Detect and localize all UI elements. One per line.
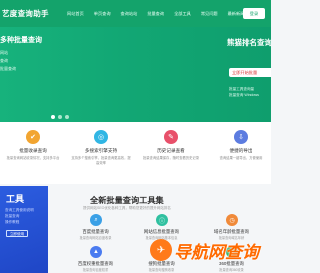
feature-desc: 查询结果一键导出，方便使用 (219, 156, 263, 160)
tool-desc: 批量查询百度权重 (82, 268, 109, 272)
menu-item-batch-query[interactable]: 批量查询 (142, 11, 169, 17)
hero-right-note: 批量查询 Windows (229, 93, 259, 97)
feature-title: 多搜索引擎支持 (84, 148, 118, 153)
hero-left-title: 多种批量查询 (0, 37, 42, 44)
hero-start-button[interactable]: 立即开始批量 (229, 68, 271, 77)
login-label: 登录 (249, 10, 259, 16)
menu-item-query-site[interactable]: 查询站站 (116, 11, 143, 17)
tools-section-subtitle: 提供网站SEO优化各种工具，帮助您更好的提升网站排名 (83, 206, 171, 210)
download-icon: ⇩ (234, 130, 248, 144)
tools-section-title: 全新批量查询工具集 (90, 196, 164, 205)
top-navbar: 艺度查询助手 网站首页 单页查询 查询站站 批量查询 全部工具 常见问题 最新新… (0, 0, 271, 27)
promo-line: 操作教程 (5, 220, 20, 224)
feature-title: 历史记录查看 (157, 148, 185, 153)
promo-line: 批量查询 (5, 214, 20, 218)
menu-item-home[interactable]: 网站首页 (62, 11, 89, 17)
feature-multi-engine[interactable]: ◎ 多搜索引擎支持 支持多个搜索引擎，批量查询更高效，提高效率 (70, 130, 131, 184)
carousel-dot-2[interactable] (58, 115, 62, 119)
login-button[interactable]: 登录 (243, 8, 265, 19)
hero-left-line: 网站 (0, 50, 8, 55)
feature-desc: 支持多个搜索引擎，批量查询更高效，提高效率 (71, 156, 131, 165)
menu-item-single-query[interactable]: 单页查询 (89, 11, 116, 17)
watermark-logo-icon: ✈ (150, 239, 172, 261)
feature-title: 批量收录查询 (19, 148, 47, 153)
rank-icon: ▲ (90, 246, 102, 258)
feature-batch-index[interactable]: ✔ 批量收录查询 批量查询网站收录情况，支持多平台 (2, 130, 59, 184)
check-icon: ✔ (26, 130, 40, 144)
feature-title: 便捷的导出 (229, 148, 253, 153)
search-icon: ⌕ (90, 214, 102, 226)
hero-left-line: 查询 (0, 58, 8, 63)
promo-banner[interactable]: 工具 查询工具使用说明 批量查询 操作教程 立即使用 (0, 186, 48, 273)
brand-name: 艺度查询助手 (2, 9, 49, 18)
hero-right-title: 熊猫排名查询 (227, 38, 271, 47)
target-icon: ◎ (94, 130, 108, 144)
main-menu: 网站首页 单页查询 查询站站 批量查询 全部工具 常见问题 最新新闻 (62, 0, 249, 27)
info-icon: ⓘ (156, 214, 168, 226)
feature-export[interactable]: ⇩ 便捷的导出 查询结果一键导出，方便使用 (210, 130, 265, 184)
feature-desc: 批量查询结果保存，随时查看历史记录 (142, 156, 200, 160)
features-section: ✔ 批量收录查询 批量查询网站收录情况，支持多平台 ◎ 多搜索引擎支持 支持多个… (0, 122, 271, 184)
carousel-dots (51, 115, 69, 119)
tool-baidu-batch[interactable]: ⌕ 百度批量查询 批量查询网站百度收录 (68, 214, 123, 244)
watermark-text: 导航网查询 (174, 243, 259, 262)
feature-history[interactable]: ✎ 历史记录查看 批量查询结果保存，随时查看历史记录 (140, 130, 199, 184)
menu-item-all-tools[interactable]: 全部工具 (169, 11, 196, 17)
carousel-dot-1[interactable] (51, 115, 55, 119)
promo-line: 查询工具使用说明 (5, 208, 34, 212)
tool-baidu-weight[interactable]: ▲ 百度权重批量查询 批量查询百度权重 (68, 246, 123, 273)
watermark: ✈ 导航网查询 (150, 236, 271, 273)
promo-title: 工具 (6, 194, 25, 204)
carousel-dot-3[interactable] (65, 115, 69, 119)
promo-button[interactable]: 立即使用 (6, 230, 28, 237)
brand-logo[interactable]: 艺度查询助手 (0, 0, 49, 27)
hero-banner: 多种批量查询 网站 查询 批量查询 熊猫排名查询 立即开始批量 批量工具查询量 … (0, 27, 271, 122)
pencil-icon: ✎ (164, 130, 178, 144)
menu-item-faq[interactable]: 常见问题 (196, 11, 223, 17)
hero-left-panel: 多种批量查询 网站 查询 批量查询 (0, 27, 80, 122)
feature-desc: 批量查询网站收录情况，支持多平台 (6, 156, 60, 160)
hero-left-line: 批量查询 (0, 66, 16, 71)
hero-right-note: 批量工具查询量 (229, 87, 255, 91)
tool-desc: 批量查询网站百度收录 (79, 236, 112, 240)
hero-right-panel: 熊猫排名查询 立即开始批量 批量工具查询量 批量查询 Windows (221, 27, 271, 122)
clock-icon: ◷ (226, 214, 238, 226)
